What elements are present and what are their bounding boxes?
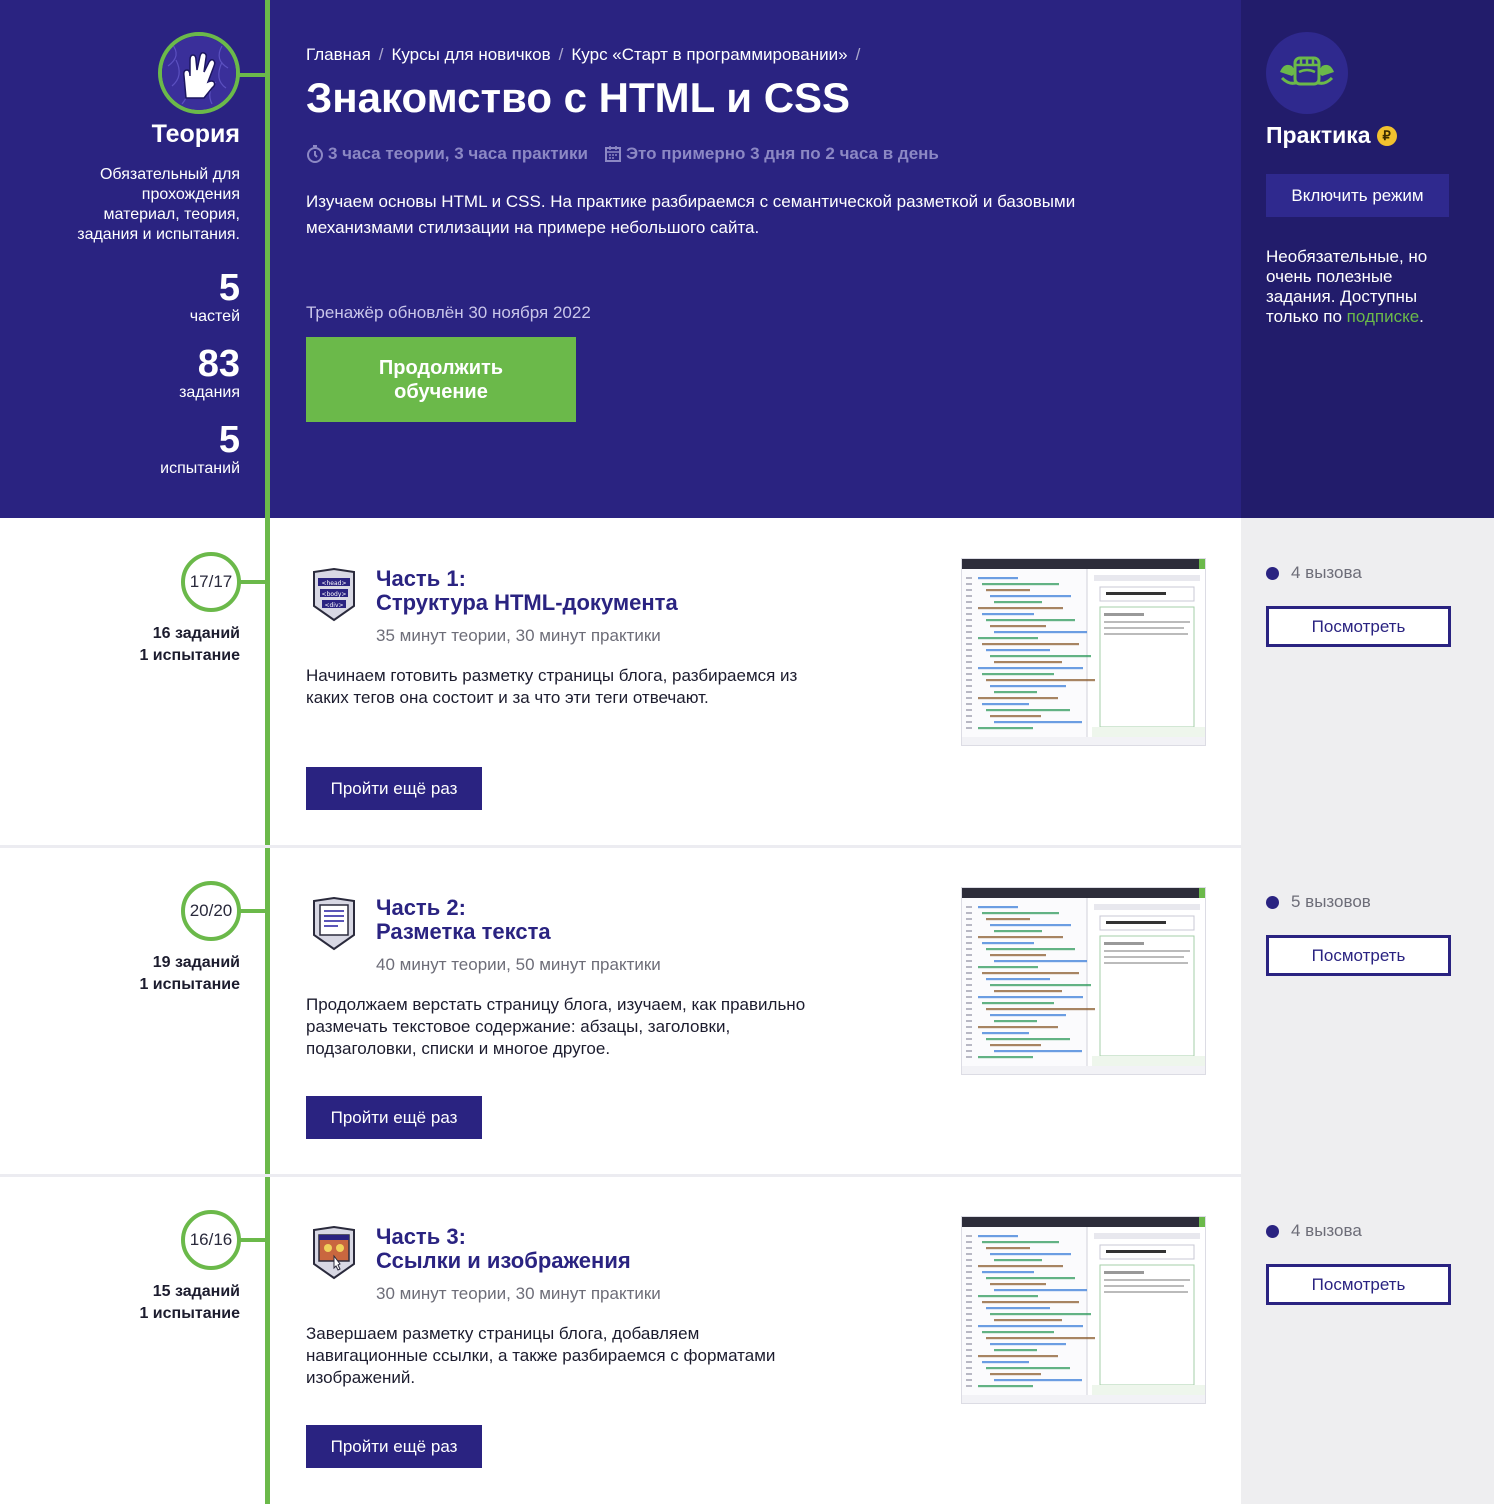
practice-calls-count: 4 вызова — [1291, 1221, 1362, 1240]
practice-description: Необязательные, но очень полезные задани… — [1266, 247, 1466, 327]
timer-icon — [307, 145, 323, 163]
view-practice-button[interactable]: Посмотреть — [1266, 606, 1451, 647]
stat-label: задания — [179, 384, 240, 401]
part-duration: 35 минут теории, 30 минут практики — [376, 626, 661, 645]
theory-hand-icon — [158, 32, 240, 114]
stat-label: частей — [189, 308, 240, 325]
stat-label: испытаний — [160, 460, 240, 477]
practice-calls: 4 вызова — [1266, 1221, 1362, 1241]
part-stats: 16 заданий 1 испытание — [0, 623, 240, 667]
part-duration: 30 минут теории, 30 минут практики — [376, 1284, 661, 1303]
repeat-part-button[interactable]: Пройти ещё раз — [306, 1096, 482, 1139]
practice-fist-icon — [1266, 32, 1348, 114]
part-description: Завершаем разметку страницы блога, добав… — [306, 1324, 776, 1387]
practice-title: Практика ₽ — [1266, 122, 1397, 149]
part-tasks: 15 заданий — [152, 1283, 240, 1300]
stat-tasks: 83 задания — [0, 344, 240, 402]
progress-connector — [240, 580, 267, 584]
theory-connector — [236, 73, 268, 77]
updated-date: Тренажёр обновлён 30 ноября 2022 — [306, 303, 591, 322]
bullet-icon — [1266, 895, 1279, 909]
bullet-icon — [1266, 1224, 1279, 1238]
part-number: Часть 3: — [376, 1224, 466, 1249]
stat-value: 5 — [218, 267, 240, 309]
part-preview-screenshot[interactable] — [961, 558, 1206, 746]
page-title: Знакомство с HTML и CSS — [306, 74, 851, 121]
stat-trials: 5 испытаний — [0, 420, 240, 478]
part-trials: 1 испытание — [139, 1305, 240, 1322]
practice-calls: 4 вызова — [1266, 563, 1362, 583]
part-trials: 1 испытание — [139, 647, 240, 664]
svg-text:<head>: <head> — [321, 580, 346, 587]
breadcrumb-course[interactable]: Курс «Старт в программировании» — [571, 45, 847, 64]
part-title[interactable]: Ссылки и изображения — [376, 1249, 631, 1273]
progress-circle: 20/20 — [181, 881, 241, 941]
breadcrumb: Главная / Курсы для новичков / Курс «Старт в… — [306, 45, 861, 64]
breadcrumb-beginner-courses[interactable]: Курсы для новичков — [391, 45, 550, 64]
text-document-icon — [312, 896, 356, 951]
progress-circle: 16/16 — [181, 1210, 241, 1270]
practice-calls: 5 вызовов — [1266, 892, 1371, 912]
svg-text:<body>: <body> — [322, 591, 347, 598]
stat-value: 83 — [197, 343, 240, 385]
image-link-icon — [312, 1225, 356, 1280]
svg-text:<div>: <div> — [324, 602, 343, 609]
calendar-icon — [604, 146, 621, 162]
theory-description: Обязательный для прохождения материал, т… — [77, 166, 240, 243]
breadcrumb-home[interactable]: Главная — [306, 45, 371, 64]
part-divider — [0, 1174, 1241, 1177]
course-meta: 3 часа теории, 3 часа практики Это приме… — [306, 144, 939, 164]
part-stats: 19 заданий 1 испытание — [0, 952, 240, 996]
progress-connector — [240, 909, 267, 913]
bullet-icon — [1266, 566, 1279, 580]
part-stats: 15 заданий 1 испытание — [0, 1281, 240, 1325]
part-tasks: 16 заданий — [152, 625, 240, 642]
part-title[interactable]: Структура HTML-документа — [376, 591, 678, 615]
enable-mode-button[interactable]: Включить режим — [1266, 174, 1449, 217]
practice-calls-count: 4 вызова — [1291, 563, 1362, 582]
part-description: Продолжаем верстать страницу блога, изуч… — [306, 995, 806, 1058]
coin-icon: ₽ — [1376, 125, 1397, 146]
progress-connector — [240, 1238, 267, 1242]
stat-value: 5 — [218, 419, 240, 461]
practice-description-end: . — [1419, 307, 1424, 326]
part-number: Часть 2: — [376, 895, 466, 920]
part-description: Начинаем готовить разметку страницы блог… — [306, 666, 798, 707]
repeat-part-button[interactable]: Пройти ещё раз — [306, 1425, 482, 1468]
practice-calls-count: 5 вызовов — [1291, 892, 1371, 911]
view-practice-button[interactable]: Посмотреть — [1266, 1264, 1451, 1305]
view-practice-button[interactable]: Посмотреть — [1266, 935, 1451, 976]
part-title[interactable]: Разметка текста — [376, 920, 551, 944]
progress-circle: 17/17 — [181, 552, 241, 612]
part-divider — [0, 845, 1241, 848]
meta-time: 3 часа теории, 3 часа практики — [328, 144, 588, 163]
practice-title-text: Практика — [1266, 122, 1371, 148]
part-preview-screenshot[interactable] — [961, 1216, 1206, 1404]
subscription-link[interactable]: подписке — [1347, 307, 1420, 326]
continue-learning-button[interactable]: Продолжить обучение — [306, 337, 576, 422]
html-tags-icon: <head> <body> <div> — [312, 567, 356, 622]
part-tasks: 19 заданий — [152, 954, 240, 971]
part-duration: 40 минут теории, 50 минут практики — [376, 955, 661, 974]
course-description: Изучаем основы HTML и CSS. На практике р… — [306, 192, 1076, 237]
stat-parts: 5 частей — [0, 268, 240, 326]
part-preview-screenshot[interactable] — [961, 887, 1206, 1075]
part-number: Часть 1: — [376, 566, 466, 591]
theory-title: Теория — [151, 120, 240, 148]
repeat-part-button[interactable]: Пройти ещё раз — [306, 767, 482, 810]
part-trials: 1 испытание — [139, 976, 240, 993]
meta-schedule: Это примерно 3 дня по 2 часа в день — [625, 144, 939, 163]
